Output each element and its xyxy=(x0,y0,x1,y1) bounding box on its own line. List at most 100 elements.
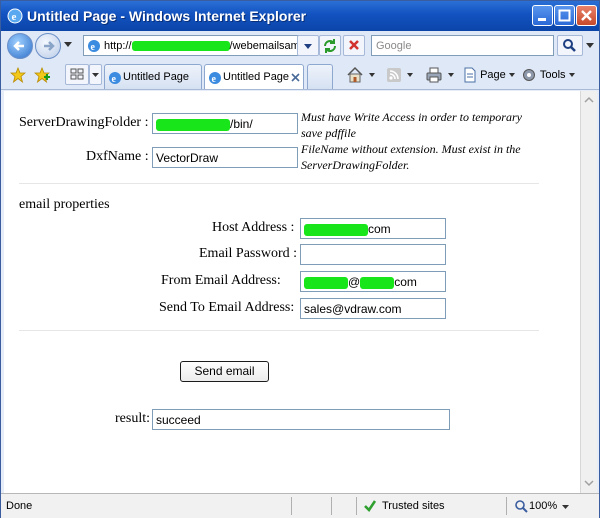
scroll-down-icon[interactable] xyxy=(583,477,595,489)
result-value: succeed xyxy=(156,413,201,427)
send-to-email-input[interactable]: sales@vdraw.com xyxy=(300,298,446,319)
zoom-dropdown-icon[interactable] xyxy=(562,505,569,510)
new-tab-button[interactable] xyxy=(307,64,333,89)
tab-ie-icon: e xyxy=(109,72,121,85)
close-icon xyxy=(581,10,592,21)
section-divider xyxy=(19,330,539,331)
from-email-label: From Email Address: xyxy=(161,273,281,288)
tab-toolbar: e Untitled Page e Untitled Page Page Too… xyxy=(1,61,599,90)
address-bar[interactable]: e http:// /webemailsamp xyxy=(83,35,313,56)
maximize-button[interactable] xyxy=(554,5,575,26)
forward-button[interactable] xyxy=(35,33,61,59)
window-title: Untitled Page - Windows Internet Explore… xyxy=(27,8,307,24)
quick-tabs-button[interactable] xyxy=(65,64,89,85)
dxf-name-note: FileName without extension. Must exist i… xyxy=(301,142,521,172)
forward-arrow-icon xyxy=(44,41,55,51)
zoom-level[interactable]: 100% xyxy=(529,500,557,512)
from-email-at: @ xyxy=(348,275,361,289)
email-password-label: Email Password : xyxy=(199,246,297,261)
search-placeholder: Google xyxy=(376,40,412,52)
svg-text:e: e xyxy=(12,11,17,23)
dxf-name-value: VectorDraw xyxy=(156,151,219,165)
section-divider xyxy=(19,183,539,184)
tab-untitled-page-2[interactable]: e Untitled Page xyxy=(204,64,304,89)
ie-logo-icon: e xyxy=(7,8,23,24)
search-icon xyxy=(563,39,576,52)
status-separator xyxy=(356,497,357,515)
refresh-button[interactable] xyxy=(319,35,341,56)
history-dropdown-icon[interactable] xyxy=(64,42,72,48)
feeds-dropdown-icon[interactable] xyxy=(407,73,413,78)
vertical-scrollbar[interactable] xyxy=(580,91,597,493)
server-folder-value: /bin/ xyxy=(230,117,253,131)
dxf-name-label: DxfName : xyxy=(86,149,149,164)
search-options-dropdown-icon[interactable] xyxy=(586,43,594,49)
redacted-folder-path xyxy=(156,118,230,131)
refresh-icon xyxy=(324,39,336,53)
send-to-email-label: Send To Email Address: xyxy=(159,300,295,315)
svg-text:e: e xyxy=(212,74,217,85)
from-email-input[interactable]: @ com xyxy=(300,271,446,292)
chevron-down-icon xyxy=(92,73,99,77)
chevron-down-icon xyxy=(568,72,575,77)
url-path: /webemailsamp xyxy=(229,40,306,52)
result-input[interactable]: succeed xyxy=(152,409,450,430)
status-separator xyxy=(331,497,332,515)
zoom-magnifier-icon xyxy=(515,500,528,513)
page-ie-icon: e xyxy=(88,40,100,53)
host-address-input[interactable]: com xyxy=(300,218,446,239)
redacted-from-user xyxy=(304,276,348,289)
scroll-up-icon[interactable] xyxy=(583,94,595,106)
close-tab-icon[interactable] xyxy=(291,73,300,82)
email-password-input[interactable] xyxy=(300,244,446,265)
svg-text:e: e xyxy=(91,42,96,53)
email-section-title: email properties xyxy=(19,197,110,212)
back-arrow-icon xyxy=(13,41,24,51)
print-icon[interactable] xyxy=(425,66,443,84)
send-email-label: Send email xyxy=(194,364,255,378)
dxf-name-input[interactable]: VectorDraw xyxy=(152,147,298,168)
favorites-star-icon[interactable] xyxy=(10,67,26,83)
redacted-host xyxy=(131,41,230,52)
send-email-button[interactable]: Send email xyxy=(180,361,269,382)
address-dropdown-button[interactable] xyxy=(297,35,319,56)
print-dropdown-icon[interactable] xyxy=(448,73,454,78)
page-menu-label: Page xyxy=(480,68,506,81)
maximize-icon xyxy=(558,9,571,22)
tab-label: Untitled Page xyxy=(123,71,190,83)
home-dropdown-icon[interactable] xyxy=(369,73,375,78)
page-content: ServerDrawingFolder : /bin/ Must have Wr… xyxy=(4,91,580,493)
quick-tabs-icon xyxy=(70,68,84,80)
feeds-icon[interactable] xyxy=(386,67,402,83)
browser-window: e Untitled Page - Windows Internet Explo… xyxy=(0,0,600,518)
close-window-button[interactable] xyxy=(576,5,597,26)
status-separator xyxy=(291,497,292,515)
security-zone[interactable]: Trusted sites xyxy=(382,500,445,512)
status-text: Done xyxy=(6,500,33,512)
title-bar[interactable]: e Untitled Page - Windows Internet Explo… xyxy=(1,1,599,31)
tab-label: Untitled Page xyxy=(223,71,290,83)
page-icon xyxy=(464,67,476,83)
redacted-from-domain xyxy=(360,276,395,289)
tools-menu[interactable]: Tools xyxy=(521,67,575,83)
redacted-host-address xyxy=(304,223,368,236)
page-menu[interactable]: Page xyxy=(463,67,515,83)
home-icon[interactable] xyxy=(346,66,364,84)
tab-untitled-page-1[interactable]: e Untitled Page xyxy=(104,64,202,89)
result-label: result: xyxy=(115,411,150,426)
minimize-button[interactable] xyxy=(532,5,553,26)
tab-list-button[interactable] xyxy=(89,64,102,85)
search-button[interactable] xyxy=(557,35,583,56)
address-toolbar: e http:// /webemailsamp Google xyxy=(1,31,599,61)
host-address-label: Host Address : xyxy=(212,220,295,235)
trusted-check-icon xyxy=(364,500,377,513)
search-input[interactable]: Google xyxy=(371,35,554,56)
chevron-down-icon xyxy=(304,44,312,49)
tools-menu-label: Tools xyxy=(539,68,566,81)
minimize-icon xyxy=(538,18,546,21)
server-folder-input[interactable]: /bin/ xyxy=(152,113,298,134)
server-folder-note: Must have Write Access in order to tempo… xyxy=(301,110,522,140)
add-favorites-icon[interactable] xyxy=(34,67,50,83)
back-button[interactable] xyxy=(7,33,33,59)
stop-button[interactable] xyxy=(343,35,365,56)
